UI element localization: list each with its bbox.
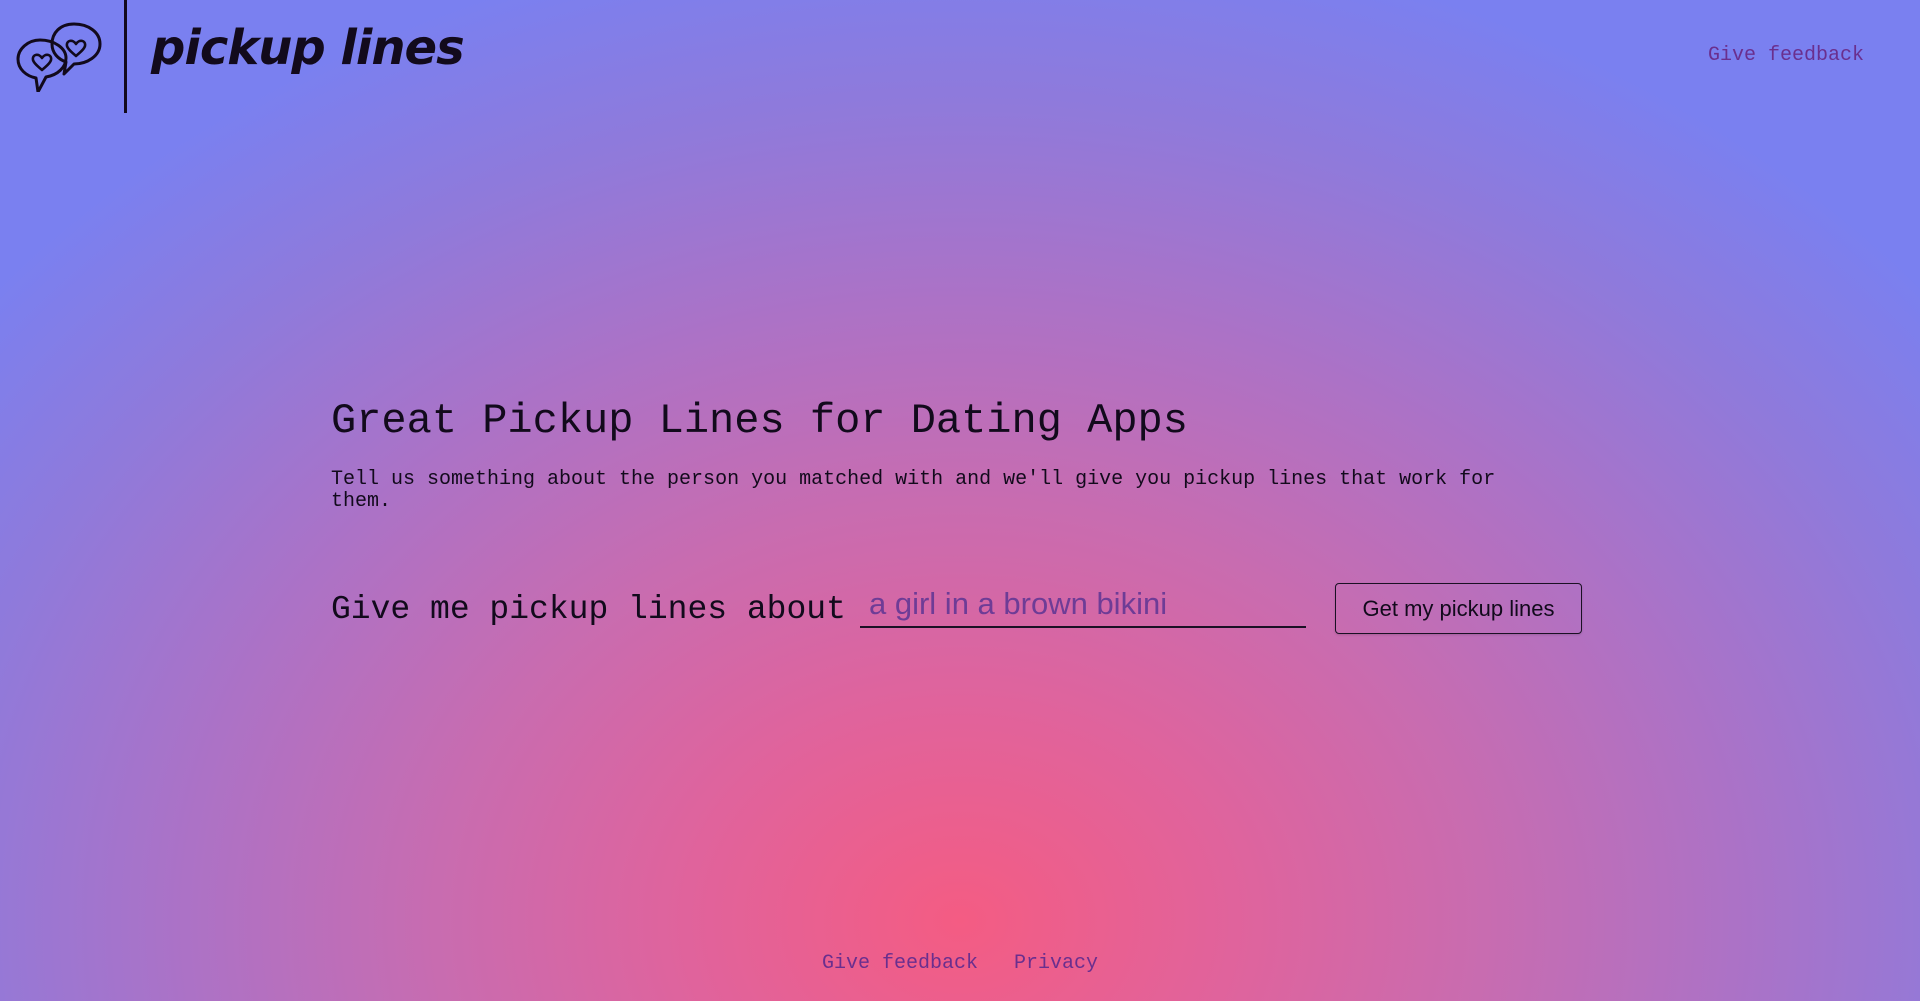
site-header: pickup lines Give feedback (0, 0, 1920, 115)
header-give-feedback-link[interactable]: Give feedback (1708, 44, 1864, 67)
footer-privacy-link[interactable]: Privacy (1014, 952, 1098, 975)
heart-speech-bubbles-icon (16, 20, 104, 94)
logo-divider (124, 0, 127, 113)
topic-input[interactable] (860, 582, 1306, 628)
site-footer: Give feedback Privacy (0, 952, 1920, 976)
page-title: Great Pickup Lines for Dating Apps (331, 397, 1188, 445)
get-pickup-lines-button[interactable]: Get my pickup lines (1335, 583, 1582, 634)
page-description: Tell us something about the person you m… (331, 468, 1496, 513)
footer-give-feedback-link[interactable]: Give feedback (822, 952, 978, 975)
logo-text: pickup lines (151, 20, 465, 76)
pickup-lines-form: Give me pickup lines about Get my pickup… (331, 582, 1591, 642)
prompt-label: Give me pickup lines about (331, 591, 846, 628)
logo-home-link[interactable]: pickup lines (0, 0, 465, 115)
main-content: Great Pickup Lines for Dating Apps Tell … (331, 395, 1591, 634)
